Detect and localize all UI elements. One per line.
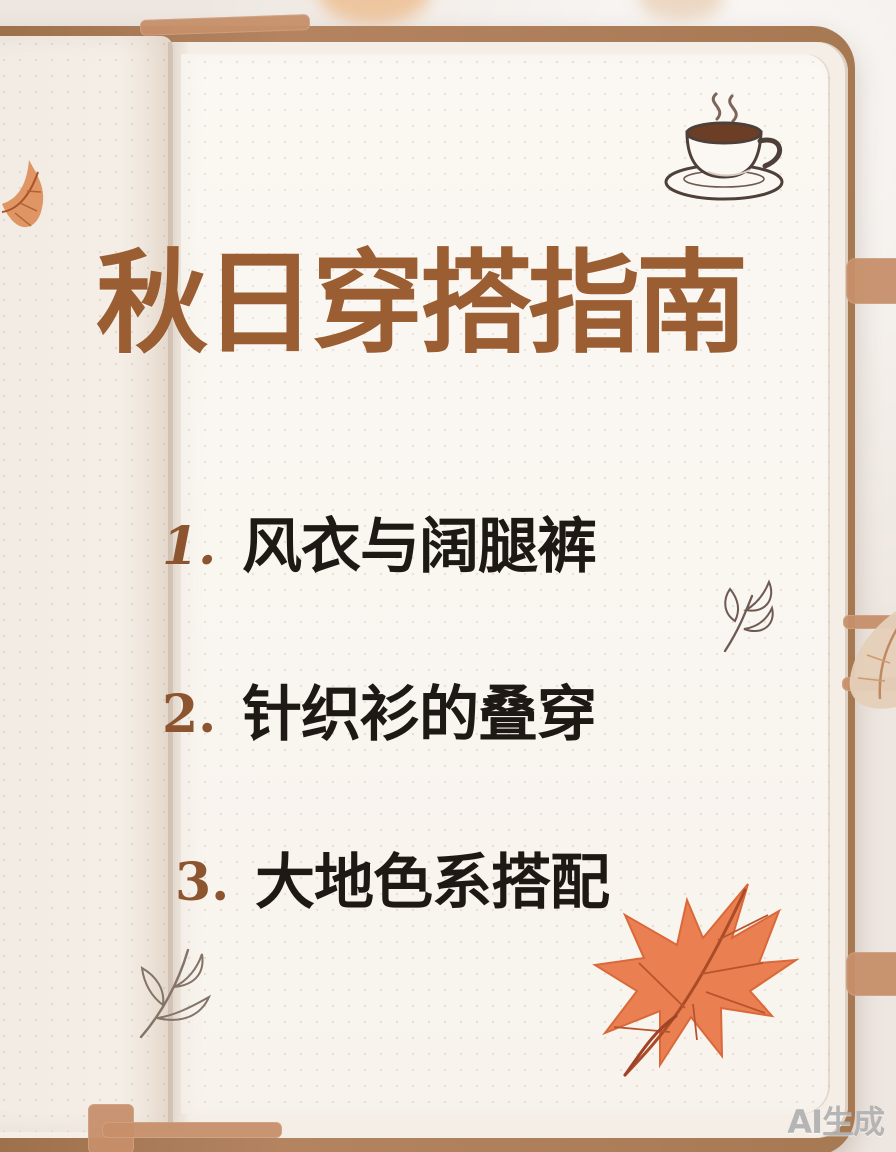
list-item-text: 大地色系搭配 [255, 848, 610, 918]
maple-leaf-icon [592, 883, 800, 1077]
sprig-icon [723, 579, 774, 653]
list-item: 2. 针织衫的叠穿 [162, 678, 682, 752]
notebook-strap-right-lower [846, 952, 896, 996]
list-item-text: 风衣与阔腿裤 [242, 512, 597, 582]
list-item-text: 针织衫的叠穿 [242, 680, 597, 750]
list-item: 1. 风衣与阔腿裤 [162, 510, 682, 584]
background-blur-beige [638, 0, 724, 20]
notebook-strap-right-upper [846, 258, 896, 304]
list-number: 1. [162, 516, 217, 577]
background-blur-orange [318, 0, 430, 24]
autumn-leaf-icon [849, 610, 896, 709]
notebook-strap-bottom [102, 1122, 282, 1138]
sprig-icon [139, 948, 212, 1039]
autumn-leaf-icon [1, 160, 44, 228]
list-number: 3. [175, 852, 230, 913]
ai-generated-watermark: AI生成 [787, 1103, 885, 1141]
list-number: 2. [162, 684, 217, 745]
page-title: 秋日穿搭指南 [96, 238, 748, 369]
coffee-cup-icon [664, 92, 784, 201]
autumn-notebook-scene: 秋日穿搭指南 1. 风衣与阔腿裤 2. 针织衫的叠穿 3. 大地色系搭配 AI生成 [0, 0, 896, 1152]
